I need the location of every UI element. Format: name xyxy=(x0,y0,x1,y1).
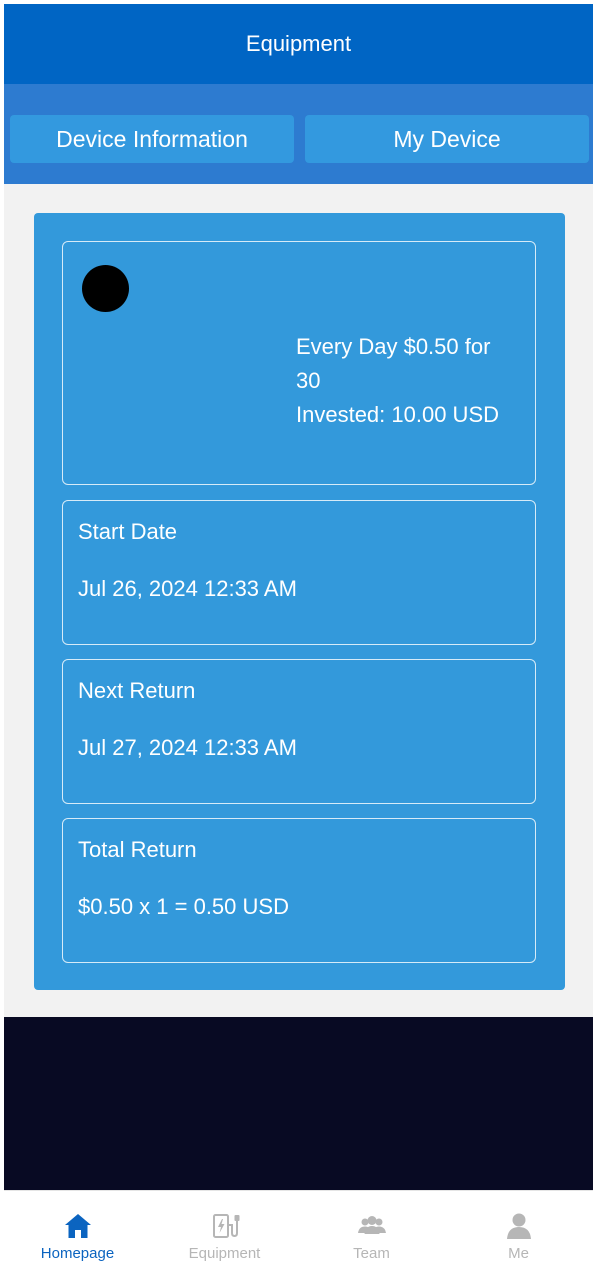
start-date-box: Start Date Jul 26, 2024 12:33 AM xyxy=(62,500,536,645)
nav-label: Me xyxy=(508,1245,529,1262)
plan-info: Every Day $0.50 for 30 Invested: 10.00 U… xyxy=(296,330,521,432)
page-header: Equipment xyxy=(4,4,593,84)
dark-panel xyxy=(4,1017,593,1190)
page-title: Equipment xyxy=(245,31,352,56)
nav-homepage[interactable]: Homepage xyxy=(4,1191,151,1280)
app-frame: Equipment Device Information My Device E… xyxy=(4,4,593,1280)
user-icon xyxy=(506,1213,531,1239)
tab-label: My Device xyxy=(393,125,501,152)
nav-equipment[interactable]: Equipment xyxy=(151,1191,298,1280)
start-date-label: Start Date xyxy=(78,519,178,544)
device-image xyxy=(82,265,129,312)
total-return-box: Total Return $0.50 x 1 = 0.50 USD xyxy=(62,818,536,963)
next-return-value: Jul 27, 2024 12:33 AM xyxy=(78,735,297,760)
bottom-navigation: Homepage Equipment Team Me xyxy=(4,1190,593,1280)
nav-label: Team xyxy=(353,1245,390,1262)
nav-label: Equipment xyxy=(188,1245,261,1262)
device-card: Every Day $0.50 for 30 Invested: 10.00 U… xyxy=(34,213,565,990)
tab-my-device[interactable]: My Device xyxy=(305,115,589,163)
nav-team[interactable]: Team xyxy=(298,1191,445,1280)
tab-bar: Device Information My Device xyxy=(4,84,593,184)
total-return-label: Total Return xyxy=(78,837,197,862)
nav-me[interactable]: Me xyxy=(445,1191,592,1280)
product-box: Every Day $0.50 for 30 Invested: 10.00 U… xyxy=(62,241,536,485)
plan-rate: Every Day $0.50 for xyxy=(296,334,491,359)
plan-duration: 30 xyxy=(296,368,321,393)
nav-label: Homepage xyxy=(40,1245,115,1262)
tab-device-information[interactable]: Device Information xyxy=(10,115,294,163)
home-icon xyxy=(64,1214,91,1238)
invested-amount: Invested: 10.00 USD xyxy=(296,402,500,427)
total-return-value: $0.50 x 1 = 0.50 USD xyxy=(78,894,289,919)
next-return-label: Next Return xyxy=(78,678,196,703)
next-return-box: Next Return Jul 27, 2024 12:33 AM xyxy=(62,659,536,804)
equipment-icon xyxy=(212,1214,239,1238)
start-date-value: Jul 26, 2024 12:33 AM xyxy=(78,576,297,601)
tab-label: Device Information xyxy=(56,125,248,152)
team-icon xyxy=(357,1216,386,1234)
